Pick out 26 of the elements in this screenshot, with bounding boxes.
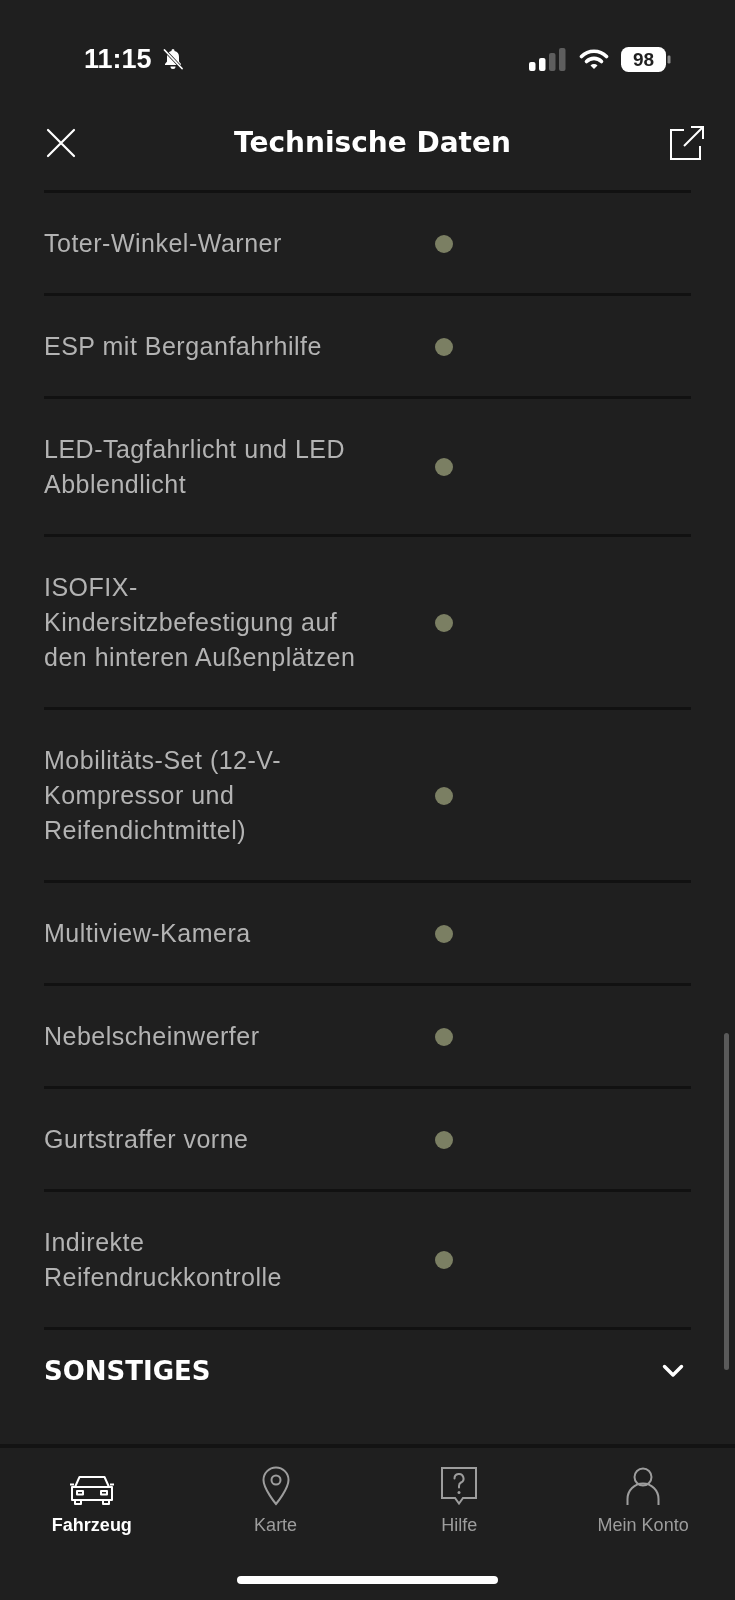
feature-label: Nebelscheinwerfer (44, 1021, 261, 1052)
signal-icon (529, 47, 567, 71)
nav-tab[interactable]: Mein Konto (597, 1466, 689, 1536)
nav-tab[interactable]: Karte (254, 1466, 298, 1536)
section-header[interactable]: SONSTIGES (44, 1330, 691, 1412)
help-icon (440, 1466, 479, 1506)
battery-indicator: 98 (621, 46, 671, 72)
feature-label: Mobilitäts-Set (12-V-Kompressor und Reifendichtmittel) (44, 745, 282, 846)
map-pin-icon (260, 1466, 291, 1506)
feature-label: LED-Tagfahrlicht und LED Abblendlicht (44, 434, 347, 500)
person-icon (625, 1466, 662, 1506)
feature-label: Indirekte Reifendruckkontrolle (44, 1227, 283, 1293)
feature-label: ISOFIX-Kindersitzbefestigung auf den hinteren Außenplätzen (44, 572, 357, 673)
share-button[interactable] (669, 125, 705, 161)
feature-label: Toter-Winkel-Warner (44, 228, 283, 259)
nav-tab[interactable]: Fahrzeug (51, 1466, 132, 1536)
screen-title: Technische Daten (234, 125, 511, 161)
status-time: 11:15 (84, 43, 152, 75)
feature-label: Multiview-Kamera (44, 918, 252, 949)
wifi-icon (579, 48, 609, 70)
feature-label: ESP mit Berganfahrhilfe (44, 331, 323, 362)
nav-tab[interactable]: Hilfe (440, 1466, 479, 1536)
close-icon (46, 128, 76, 158)
share-icon (669, 125, 705, 161)
feature-label: Gurtstraffer vorne (44, 1124, 250, 1155)
close-button[interactable] (46, 128, 76, 158)
